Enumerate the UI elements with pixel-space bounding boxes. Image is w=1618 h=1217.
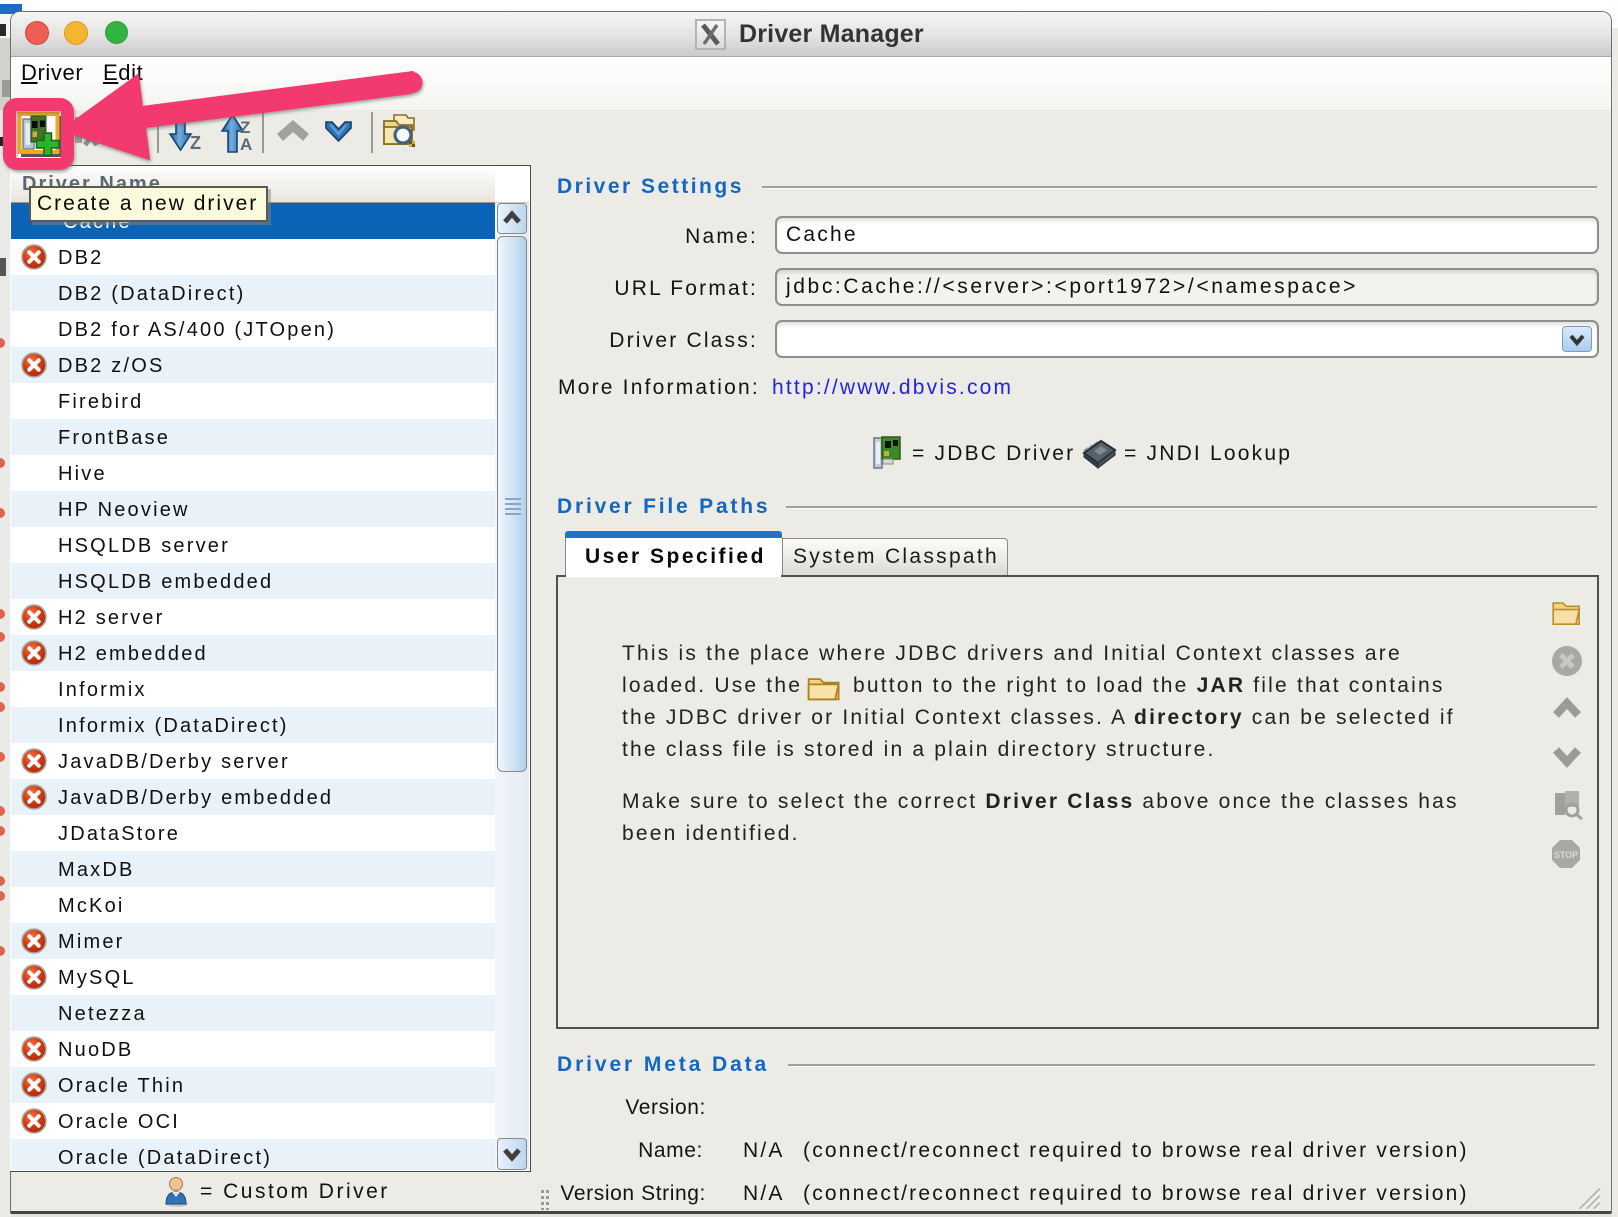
svg-text:STOP: STOP [1554, 850, 1578, 860]
